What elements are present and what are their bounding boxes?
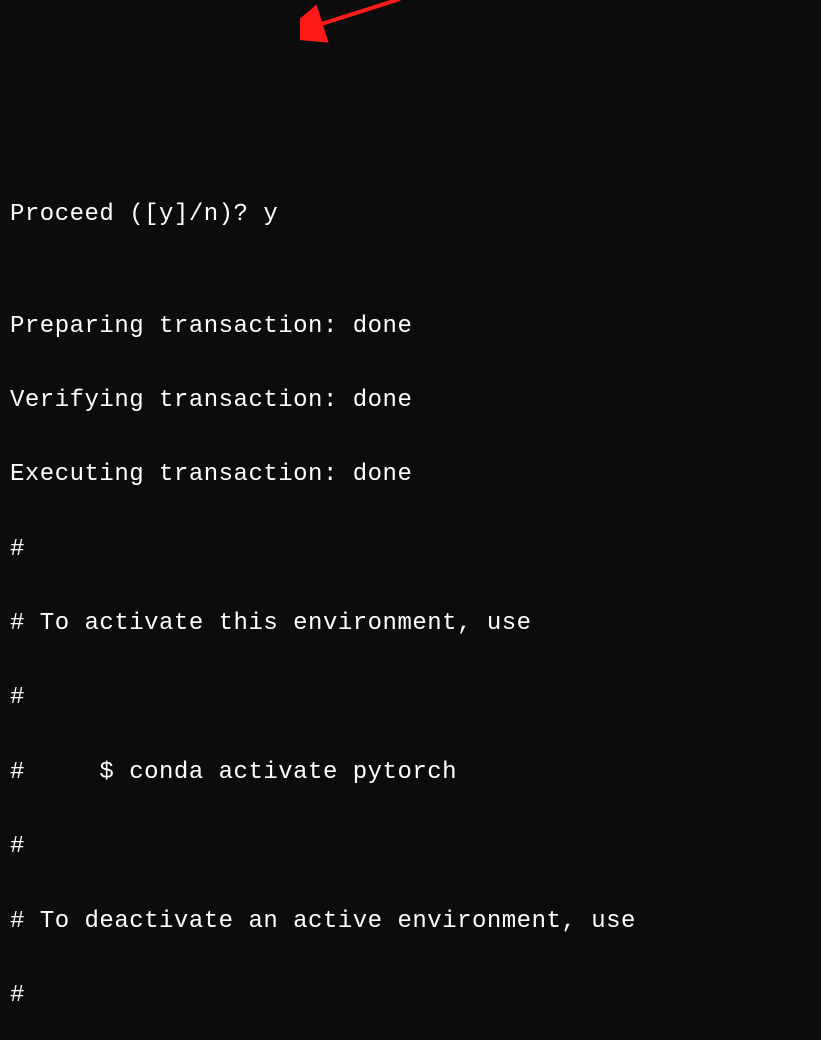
preparing-line: Preparing transaction: done [10,308,811,345]
annotation-arrow-icon [300,0,420,44]
executing-line: Executing transaction: done [10,456,811,493]
comment-line: # [10,828,811,865]
deactivate-instruction-line: # To deactivate an active environment, u… [10,903,811,940]
terminal-output: Proceed ([y]/n)? y Preparing transaction… [10,159,811,1040]
comment-line: # [10,531,811,568]
comment-line: # [10,977,811,1014]
verifying-line: Verifying transaction: done [10,382,811,419]
activate-instruction-line: # To activate this environment, use [10,605,811,642]
prompt-line[interactable]: Proceed ([y]/n)? y [10,196,811,233]
comment-line: # [10,679,811,716]
activate-command-line: # $ conda activate pytorch [10,754,811,791]
